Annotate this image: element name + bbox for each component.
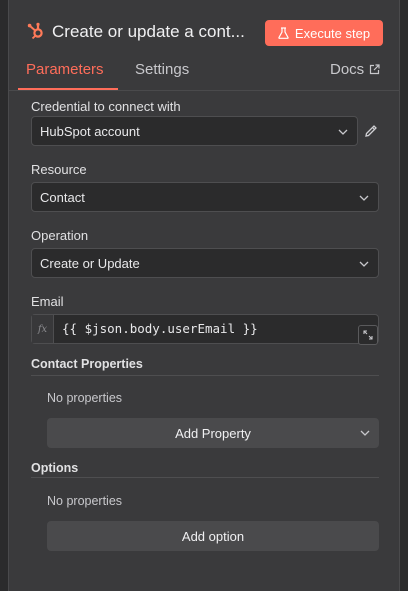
operation-label: Operation <box>31 228 89 243</box>
resource-label: Resource <box>31 162 87 177</box>
tabs-divider <box>9 90 399 91</box>
flask-icon <box>278 27 289 39</box>
docs-link[interactable]: Docs <box>330 61 380 78</box>
operation-value: Create or Update <box>40 255 140 271</box>
node-title[interactable]: Create or update a cont... <box>52 22 252 42</box>
options-empty: No properties <box>47 494 123 508</box>
execute-step-button[interactable]: Execute step <box>265 20 383 46</box>
node-details-panel: Create or update a cont... Execute step … <box>8 0 400 591</box>
email-expression-value: {{ $json.body.userEmail }} <box>62 321 258 336</box>
external-link-icon <box>370 64 380 75</box>
expand-expression-button[interactable] <box>358 325 378 345</box>
resource-value: Contact <box>40 189 85 205</box>
fx-badge: fx <box>32 315 54 343</box>
contact-properties-title: Contact Properties <box>31 357 143 371</box>
options-title: Options <box>31 461 79 475</box>
add-property-button[interactable]: Add Property <box>47 418 379 448</box>
chevron-down-icon <box>338 129 348 135</box>
chevron-down-icon <box>360 430 370 436</box>
contact-properties-divider <box>31 375 379 376</box>
execute-step-label: Execute step <box>294 25 371 41</box>
operation-select[interactable]: Create or Update <box>31 248 379 278</box>
contact-properties-empty: No properties <box>47 391 123 405</box>
tab-bar: Parameters Settings Docs <box>9 58 399 90</box>
add-option-button[interactable]: Add option <box>47 521 379 551</box>
email-label: Email <box>31 294 64 309</box>
expand-icon <box>363 330 373 340</box>
credential-value: HubSpot account <box>40 123 140 139</box>
resource-select[interactable]: Contact <box>31 182 379 212</box>
tab-settings[interactable]: Settings <box>135 61 189 78</box>
email-expression-input[interactable]: fx {{ $json.body.userEmail }} <box>31 314 379 345</box>
add-option-label: Add option <box>181 528 245 544</box>
docs-label: Docs <box>330 61 365 78</box>
credential-label: Credential to connect with <box>31 99 181 114</box>
edit-credential-icon[interactable] <box>363 123 379 139</box>
add-property-label: Add Property <box>175 425 251 441</box>
chevron-down-icon <box>359 195 369 201</box>
panel-header: Create or update a cont... Execute step <box>9 0 399 56</box>
chevron-down-icon <box>359 261 369 267</box>
hubspot-icon <box>27 22 43 40</box>
tab-parameters[interactable]: Parameters <box>26 61 104 78</box>
credential-select[interactable]: HubSpot account <box>31 116 358 146</box>
options-divider <box>31 477 379 478</box>
